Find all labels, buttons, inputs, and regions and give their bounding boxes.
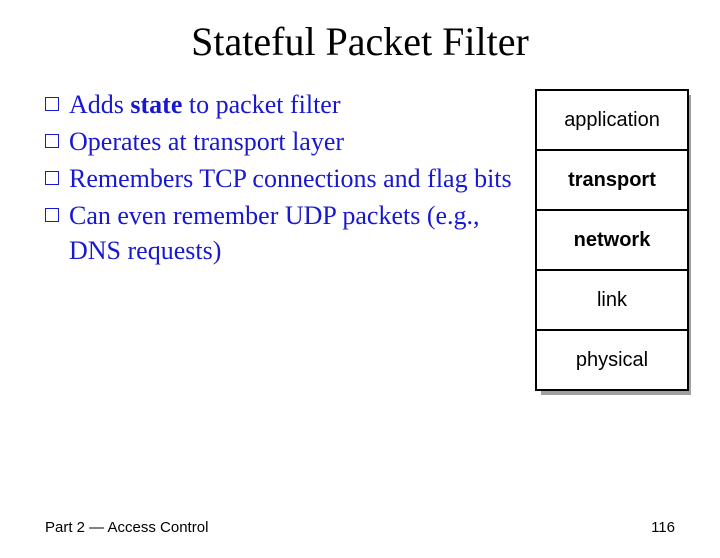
bullet-pre: Remembers TCP connections and flag bits: [69, 164, 512, 193]
bullet-pre: Adds: [69, 90, 130, 119]
bullet-pre: Operates at transport layer: [69, 127, 344, 156]
bullet-square-icon: [45, 171, 59, 185]
bullet-square-icon: [45, 134, 59, 148]
osi-stack: application transport network link physi…: [535, 89, 690, 399]
bullet-list: Adds state to packet filter Operates at …: [45, 87, 515, 399]
bullet-pre: Can even remember UDP packets (e.g., DNS…: [69, 201, 480, 265]
layer-transport: transport: [537, 151, 687, 211]
bullet-text: Remembers TCP connections and flag bits: [69, 161, 515, 196]
stack-box: application transport network link physi…: [535, 89, 689, 391]
list-item: Adds state to packet filter: [45, 87, 515, 122]
slide-content: Adds state to packet filter Operates at …: [0, 87, 720, 399]
layer-network: network: [537, 211, 687, 271]
bullet-text: Operates at transport layer: [69, 124, 515, 159]
list-item: Operates at transport layer: [45, 124, 515, 159]
bullet-square-icon: [45, 208, 59, 222]
bullet-text: Adds state to packet filter: [69, 87, 515, 122]
bullet-bold: state: [130, 90, 182, 119]
layer-application: application: [537, 91, 687, 151]
layer-physical: physical: [537, 331, 687, 389]
page-number: 116: [651, 519, 675, 536]
bullet-post: to packet filter: [182, 90, 340, 119]
slide-footer: Part 2 — Access Control 116: [45, 519, 675, 536]
layer-link: link: [537, 271, 687, 331]
footer-left: Part 2 — Access Control: [45, 519, 208, 536]
slide-title: Stateful Packet Filter: [0, 18, 720, 65]
list-item: Remembers TCP connections and flag bits: [45, 161, 515, 196]
bullet-square-icon: [45, 97, 59, 111]
list-item: Can even remember UDP packets (e.g., DNS…: [45, 198, 515, 268]
bullet-text: Can even remember UDP packets (e.g., DNS…: [69, 198, 515, 268]
